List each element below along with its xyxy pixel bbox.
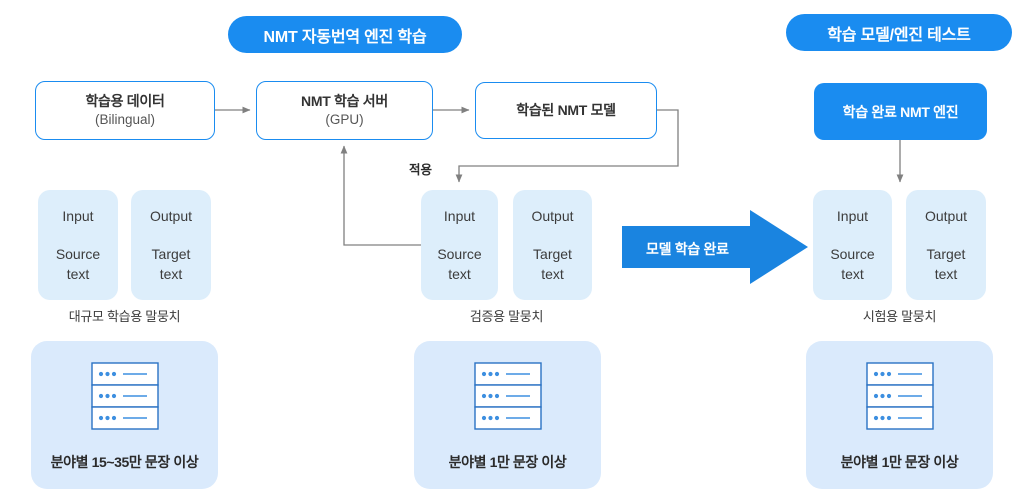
corpus-card-label-validation: 분야별 1만 문장 이상 bbox=[448, 454, 567, 470]
io-body-line2: text bbox=[541, 266, 564, 283]
io-body-line2: text bbox=[841, 266, 864, 283]
section-title-test: 학습 모델/엔진 테스트 bbox=[786, 14, 1012, 51]
io-body-line2: text bbox=[66, 266, 90, 283]
io-body: Source text bbox=[830, 244, 874, 285]
io-body-line2: text bbox=[159, 266, 183, 283]
io-box-input-validation: Input Source text bbox=[421, 190, 498, 300]
process-box-training-server: NMT 학습 서버 (GPU) bbox=[256, 81, 433, 140]
io-body: Target text bbox=[927, 244, 966, 285]
io-body-line1: Source bbox=[437, 245, 482, 262]
io-head: Input bbox=[443, 207, 476, 224]
server-stack-icon bbox=[90, 362, 159, 430]
io-body: Source text bbox=[437, 244, 481, 285]
corpus-caption-validation: 검증용 말뭉치 bbox=[469, 309, 544, 324]
trained-model-title: 학습된 NMT 모델 bbox=[516, 102, 616, 119]
io-body-line2: text bbox=[448, 266, 471, 283]
io-head: Output bbox=[149, 207, 193, 224]
process-box-finished-engine: 학습 완료 NMT 엔진 bbox=[814, 83, 987, 140]
process-box-training-data: 학습용 데이터 (Bilingual) bbox=[35, 81, 215, 140]
corpus-caption-test: 시험용 말뭉치 bbox=[862, 309, 937, 324]
training-data-title: 학습용 데이터 bbox=[85, 92, 165, 109]
transition-arrow-label: 모델 학습 완료 bbox=[646, 241, 729, 257]
server-stack-icon bbox=[865, 362, 934, 430]
io-body: Source text bbox=[56, 244, 100, 285]
diagram-canvas: NMT 자동번역 엔진 학습 학습 모델/엔진 테스트 학습용 데이터 (Bil… bbox=[0, 0, 1024, 504]
training-server-title: NMT 학습 서버 bbox=[301, 92, 388, 109]
corpus-card-validation: 분야별 1만 문장 이상 bbox=[414, 341, 601, 489]
io-box-output-validation: Output Target text bbox=[513, 190, 592, 300]
training-server-subtitle: (GPU) bbox=[325, 111, 364, 127]
io-head: Output bbox=[531, 207, 574, 224]
process-box-trained-model: 학습된 NMT 모델 bbox=[475, 82, 657, 139]
io-box-output-test: Output Target text bbox=[906, 190, 986, 300]
corpus-caption-training: 대규모 학습용 말뭉치 bbox=[68, 309, 181, 324]
io-head: Input bbox=[62, 207, 94, 224]
io-body-line2: text bbox=[934, 266, 958, 283]
io-box-output-training: Output Target text bbox=[131, 190, 211, 300]
io-body-line1: Source bbox=[830, 245, 875, 262]
io-head: Output bbox=[924, 207, 968, 224]
io-body-line1: Source bbox=[55, 245, 101, 262]
section-title-training: NMT 자동번역 엔진 학습 bbox=[228, 16, 462, 53]
io-head: Input bbox=[836, 207, 869, 224]
corpus-card-training: 분야별 15~35만 문장 이상 bbox=[31, 341, 218, 489]
connector-label-apply: 적용 bbox=[409, 163, 433, 177]
io-box-input-training: Input Source text bbox=[38, 190, 118, 300]
io-body-line1: Target bbox=[151, 245, 191, 262]
corpus-card-test: 분야별 1만 문장 이상 bbox=[806, 341, 993, 489]
corpus-card-label-test: 분야별 1만 문장 이상 bbox=[840, 454, 959, 470]
corpus-card-label-training: 분야별 15~35만 문장 이상 bbox=[50, 454, 199, 470]
io-body: Target text bbox=[152, 244, 191, 285]
finished-engine-title: 학습 완료 NMT 엔진 bbox=[842, 103, 959, 120]
transition-arrow: 모델 학습 완료 bbox=[620, 208, 810, 286]
server-stack-icon bbox=[473, 362, 542, 430]
io-body-line1: Target bbox=[926, 245, 966, 262]
io-body: Target text bbox=[533, 244, 572, 285]
io-body-line1: Target bbox=[533, 245, 572, 262]
training-data-subtitle: (Bilingual) bbox=[94, 111, 156, 127]
io-box-input-test: Input Source text bbox=[813, 190, 892, 300]
